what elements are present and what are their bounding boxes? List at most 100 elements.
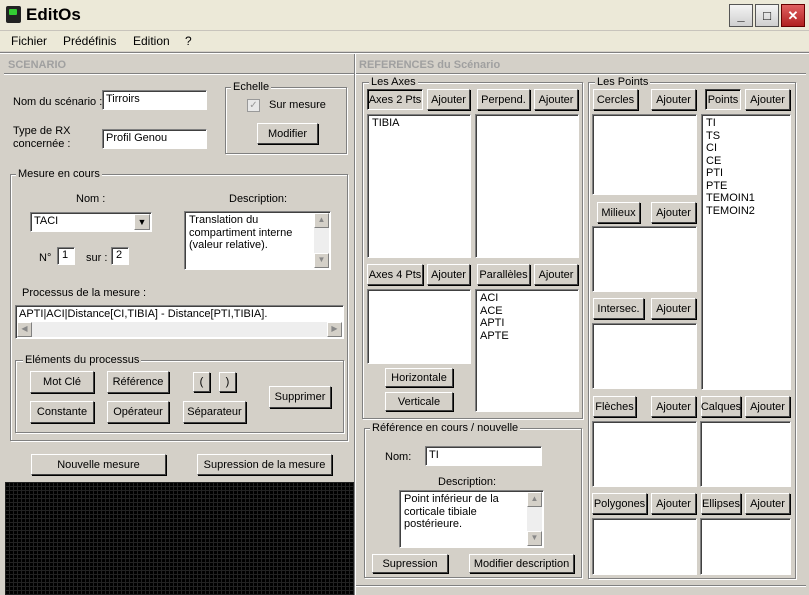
add-ellipses-button[interactable]: Ajouter <box>745 493 790 514</box>
add-calques-button[interactable]: Ajouter <box>745 396 790 417</box>
scenario-name-input[interactable]: Tirroirs <box>102 90 207 110</box>
modifier-echelle-button[interactable]: Modifier <box>257 123 318 144</box>
milieux-list[interactable] <box>592 226 697 292</box>
add-milieux-button[interactable]: Ajouter <box>651 202 696 223</box>
reference-nom-label: Nom: <box>385 451 412 463</box>
tab-milieux[interactable]: Milieux <box>597 202 640 223</box>
tab-ellipses[interactable]: Ellipses <box>701 493 741 514</box>
minimize-button[interactable]: _ <box>729 4 753 27</box>
list-item[interactable]: PTE <box>706 180 786 193</box>
nouvelle-mesure-button[interactable]: Nouvelle mesure <box>31 454 166 475</box>
operateur-button[interactable]: Opérateur <box>107 401 169 423</box>
mesure-description-label: Description: <box>229 193 288 205</box>
mesure-nom-select[interactable]: TACI ▼ <box>30 212 152 232</box>
menu-fichier[interactable]: Fichier <box>11 34 47 48</box>
maximize-icon: □ <box>763 8 771 23</box>
menu-help[interactable]: ? <box>185 34 192 48</box>
polygones-list[interactable] <box>592 518 697 575</box>
tab-perpend[interactable]: Perpend. <box>477 89 530 110</box>
ellipses-list[interactable] <box>700 518 791 575</box>
list-item[interactable]: TIBIA <box>372 117 466 130</box>
tab-points[interactable]: Points <box>705 89 741 110</box>
fleches-list[interactable] <box>592 421 697 487</box>
description-scrollbar[interactable]: ▲ ▼ <box>314 213 329 268</box>
list-item[interactable]: TEMOIN1 <box>706 192 786 205</box>
list-item[interactable]: TS <box>706 130 786 143</box>
perpend-list[interactable] <box>475 114 579 258</box>
verticale-button[interactable]: Verticale <box>385 392 453 411</box>
add-axes-4pts-button[interactable]: Ajouter <box>427 264 470 285</box>
paren-open-button[interactable]: ( <box>193 372 210 392</box>
horizontale-button[interactable]: Horizontale <box>385 368 453 387</box>
panel-divider <box>354 54 356 595</box>
tab-paralleles[interactable]: Parallèles <box>477 264 530 285</box>
rx-type-input[interactable]: Profil Genou <box>102 129 207 149</box>
tab-axes-4pts[interactable]: Axes 4 Pts <box>367 264 423 285</box>
suppression-reference-button[interactable]: Supression <box>372 554 448 573</box>
mesure-sur-label: sur : <box>86 252 108 264</box>
axes-4pts-list[interactable] <box>367 289 471 364</box>
rx-type-label-2: concernée : <box>13 138 71 150</box>
scroll-up-icon[interactable]: ▲ <box>314 213 329 228</box>
mot-cle-button[interactable]: Mot Clé <box>30 371 94 393</box>
supprimer-button[interactable]: Supprimer <box>269 386 331 408</box>
add-cercles-button[interactable]: Ajouter <box>651 89 696 110</box>
close-button[interactable]: ✕ <box>781 4 805 27</box>
list-item[interactable]: CE <box>706 155 786 168</box>
reference-button[interactable]: Référence <box>107 371 169 393</box>
maximize-button[interactable]: □ <box>755 4 779 27</box>
add-axes-2pts-button[interactable]: Ajouter <box>427 89 470 110</box>
add-polygones-button[interactable]: Ajouter <box>651 493 696 514</box>
list-item[interactable]: CI <box>706 142 786 155</box>
separateur-button[interactable]: Séparateur <box>183 401 246 423</box>
tab-polygones[interactable]: Polygones <box>592 493 647 514</box>
add-paralleles-button[interactable]: Ajouter <box>534 264 578 285</box>
tab-axes-2pts[interactable]: Axes 2 Pts <box>367 89 423 110</box>
list-item[interactable]: ACE <box>480 305 574 318</box>
add-fleches-button[interactable]: Ajouter <box>651 396 696 417</box>
modifier-description-button[interactable]: Modifier description <box>469 554 574 573</box>
suppression-mesure-button[interactable]: Supression de la mesure <box>197 454 332 475</box>
mesure-description-text[interactable]: Translation du compartiment interne (val… <box>184 211 331 270</box>
points-list[interactable]: TI TS CI CE PTI PTE TEMOIN1 TEMOIN2 <box>701 114 791 390</box>
paralleles-list[interactable]: ACI ACE APTI APTE <box>475 289 579 412</box>
sur-mesure-checkbox[interactable]: ✓ <box>247 99 260 112</box>
reference-description-text[interactable]: Point inférieur de la corticale tibiale … <box>399 490 544 548</box>
axes-label: Les Axes <box>369 76 418 88</box>
list-item[interactable]: APTI <box>480 317 574 330</box>
reference-nom-input[interactable]: TI <box>425 446 542 466</box>
menu-separator <box>0 52 809 54</box>
chevron-down-icon[interactable]: ▼ <box>134 214 150 230</box>
cercles-list[interactable] <box>592 114 697 195</box>
scroll-up-icon[interactable]: ▲ <box>527 492 542 507</box>
calques-list[interactable] <box>700 421 791 487</box>
list-item[interactable]: TEMOIN2 <box>706 205 786 218</box>
image-canvas[interactable] <box>5 482 356 595</box>
tab-fleches[interactable]: Flèches <box>593 396 636 417</box>
list-item[interactable]: TI <box>706 117 786 130</box>
list-item[interactable]: APTE <box>480 330 574 343</box>
menu-edition[interactable]: Edition <box>133 34 170 48</box>
axes-2pts-list[interactable]: TIBIA <box>367 114 471 258</box>
menu-predefinis[interactable]: Prédéfinis <box>63 34 116 48</box>
list-item[interactable]: ACI <box>480 292 574 305</box>
paren-close-button[interactable]: ) <box>219 372 236 392</box>
add-perpend-button[interactable]: Ajouter <box>534 89 578 110</box>
scroll-left-icon[interactable]: ◀ <box>17 322 32 337</box>
add-intersec-button[interactable]: Ajouter <box>651 298 696 319</box>
tab-intersec[interactable]: Intersec. <box>593 298 644 319</box>
tab-cercles[interactable]: Cercles <box>593 89 638 110</box>
scroll-down-icon[interactable]: ▼ <box>314 253 329 268</box>
processus-field[interactable]: APTI|ACI|Distance[CI,TIBIA] - Distance[P… <box>15 305 344 339</box>
list-item[interactable]: PTI <box>706 167 786 180</box>
app-icon <box>6 6 21 23</box>
reference-description-scrollbar[interactable]: ▲ ▼ <box>527 492 542 546</box>
intersec-list[interactable] <box>592 323 697 389</box>
tab-calques[interactable]: Calques <box>701 396 741 417</box>
processus-hscrollbar[interactable]: ◀ ▶ <box>17 322 342 337</box>
scroll-down-icon[interactable]: ▼ <box>527 531 542 546</box>
window-title: EditOs <box>26 5 81 24</box>
scroll-right-icon[interactable]: ▶ <box>327 322 342 337</box>
add-points-button[interactable]: Ajouter <box>745 89 790 110</box>
constante-button[interactable]: Constante <box>30 401 94 423</box>
